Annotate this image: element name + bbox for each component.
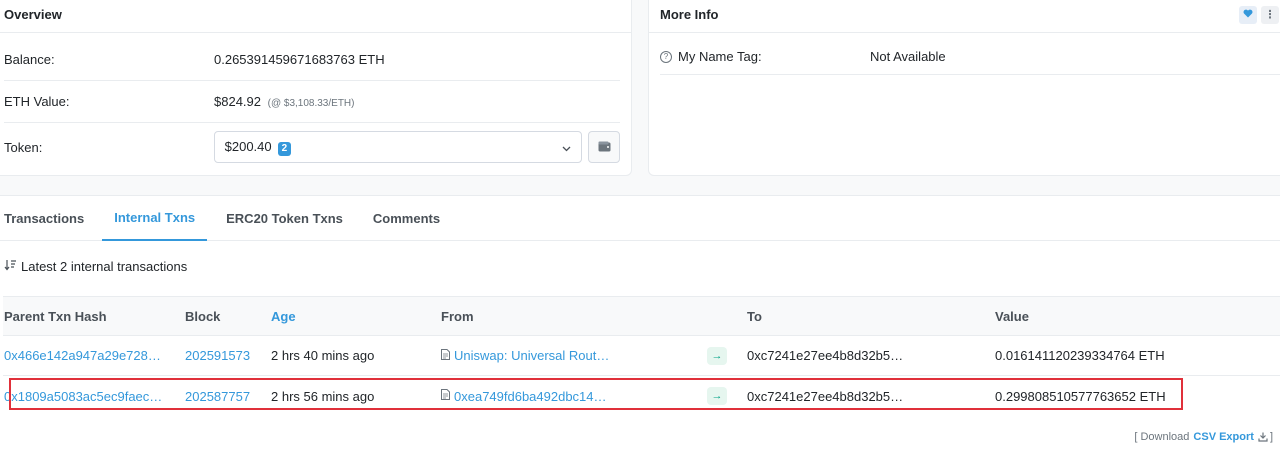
- token-label: Token:: [4, 139, 43, 155]
- value-amount: 0.016141120239334764 ETH: [995, 348, 1165, 363]
- tab-erc20-token-txns[interactable]: ERC20 Token Txns: [214, 196, 355, 241]
- download-icon[interactable]: [1258, 432, 1268, 442]
- name-tag-value: Not Available: [870, 49, 946, 64]
- tab-transactions[interactable]: Transactions: [0, 196, 96, 241]
- right-arrow-icon: →: [707, 346, 727, 365]
- from-address-text: 0xea749fd6ba492dbc14…: [454, 388, 607, 404]
- name-tag-row: ? My Name Tag: Not Available: [660, 39, 1280, 75]
- right-arrow-icon: →: [707, 387, 727, 405]
- from-address-text: Uniswap: Universal Rout…: [454, 348, 610, 363]
- balance-row: Balance: 0.265391459671683763 ETH: [4, 38, 620, 81]
- eth-value-amount: $824.92: [214, 94, 261, 109]
- token-count-badge: 2: [277, 141, 292, 156]
- parent-txn-hash-link[interactable]: 0x466e142a947a29e728…: [4, 336, 161, 375]
- to-address: 0xc7241e27ee4b8d32b5…: [747, 348, 904, 363]
- download-prefix: [ Download: [1134, 431, 1190, 443]
- token-value: $200.40: [224, 138, 272, 154]
- col-to: To: [747, 308, 762, 324]
- vertical-dots-icon: ⋮: [1264, 9, 1276, 21]
- col-value: Value: [995, 308, 1029, 324]
- tab-internal-txns[interactable]: Internal Txns: [102, 196, 208, 241]
- overview-card: Overview Balance: 0.265391459671683763 E…: [0, 0, 632, 176]
- csv-export-link[interactable]: CSV Export: [1193, 431, 1254, 443]
- parent-txn-hash-link[interactable]: 0x1809a5083ac5ec9faec…: [4, 376, 162, 416]
- contract-icon: [441, 389, 450, 403]
- col-parent-txn-hash: Parent Txn Hash: [4, 308, 107, 324]
- more-options-button[interactable]: ⋮: [1261, 5, 1279, 24]
- contract-icon: [441, 348, 450, 363]
- block-link[interactable]: 202591573: [185, 336, 250, 375]
- more-info-header: More Info ⋮: [649, 0, 1280, 33]
- eth-value: $824.92 (@ $3,108.33/ETH): [214, 94, 354, 109]
- from-address[interactable]: Uniswap: Universal Rout…: [441, 336, 609, 375]
- more-info-card: More Info ⋮ ? My Name Tag: Not Available: [648, 0, 1280, 176]
- question-circle-icon[interactable]: ?: [660, 50, 672, 63]
- balance-value: 0.265391459671683763 ETH: [214, 51, 385, 67]
- favorite-button[interactable]: [1239, 5, 1257, 24]
- heart-icon: [1243, 9, 1253, 21]
- transactions-card: Transactions Internal Txns ERC20 Token T…: [0, 195, 1280, 452]
- name-tag-label: My Name Tag:: [678, 49, 762, 64]
- eth-value-row: ETH Value: $824.92 (@ $3,108.33/ETH): [4, 81, 620, 123]
- token-dropdown[interactable]: $200.40 2: [213, 131, 583, 163]
- col-from: From: [441, 308, 474, 324]
- col-block: Block: [185, 308, 221, 324]
- table-header: Parent Txn Hash Block Age From To Value: [3, 296, 1280, 336]
- to-address: 0xc7241e27ee4b8d32b5…: [747, 388, 904, 404]
- token-dropdown-value: $200.40 2: [225, 139, 292, 156]
- token-row: Token: $200.40 2: [4, 123, 620, 171]
- balance-label: Balance:: [4, 51, 55, 67]
- eth-value-label: ETH Value:: [4, 94, 70, 109]
- sort-icon: [4, 259, 17, 274]
- age-value: 2 hrs 40 mins ago: [271, 348, 375, 363]
- wallet-button[interactable]: [588, 131, 620, 163]
- from-address[interactable]: 0xea749fd6ba492dbc14…: [441, 376, 607, 416]
- table-row: 0x466e142a947a29e728… 202591573 2 hrs 40…: [3, 336, 1280, 376]
- eth-price-note: (@ $3,108.33/ETH): [267, 98, 355, 109]
- col-age[interactable]: Age: [271, 297, 296, 335]
- summary-text: Latest 2 internal transactions: [21, 259, 188, 274]
- csv-download: [ Download CSV Export ]: [1134, 431, 1273, 443]
- block-link[interactable]: 202587757: [185, 376, 250, 416]
- table-row: 0x1809a5083ac5ec9faec… 202587757 2 hrs 5…: [3, 376, 1280, 416]
- overview-title: Overview: [0, 0, 631, 33]
- chevron-down-icon: [562, 140, 571, 155]
- more-info-title: More Info: [660, 7, 719, 22]
- wallet-icon: [598, 140, 611, 155]
- value-amount: 0.299808510577763652 ETH: [995, 388, 1166, 404]
- tab-bar: Transactions Internal Txns ERC20 Token T…: [0, 196, 1280, 241]
- tab-comments[interactable]: Comments: [361, 196, 452, 241]
- download-suffix: ]: [1269, 431, 1273, 443]
- age-value: 2 hrs 56 mins ago: [271, 388, 375, 404]
- transactions-summary: Latest 2 internal transactions: [4, 259, 187, 274]
